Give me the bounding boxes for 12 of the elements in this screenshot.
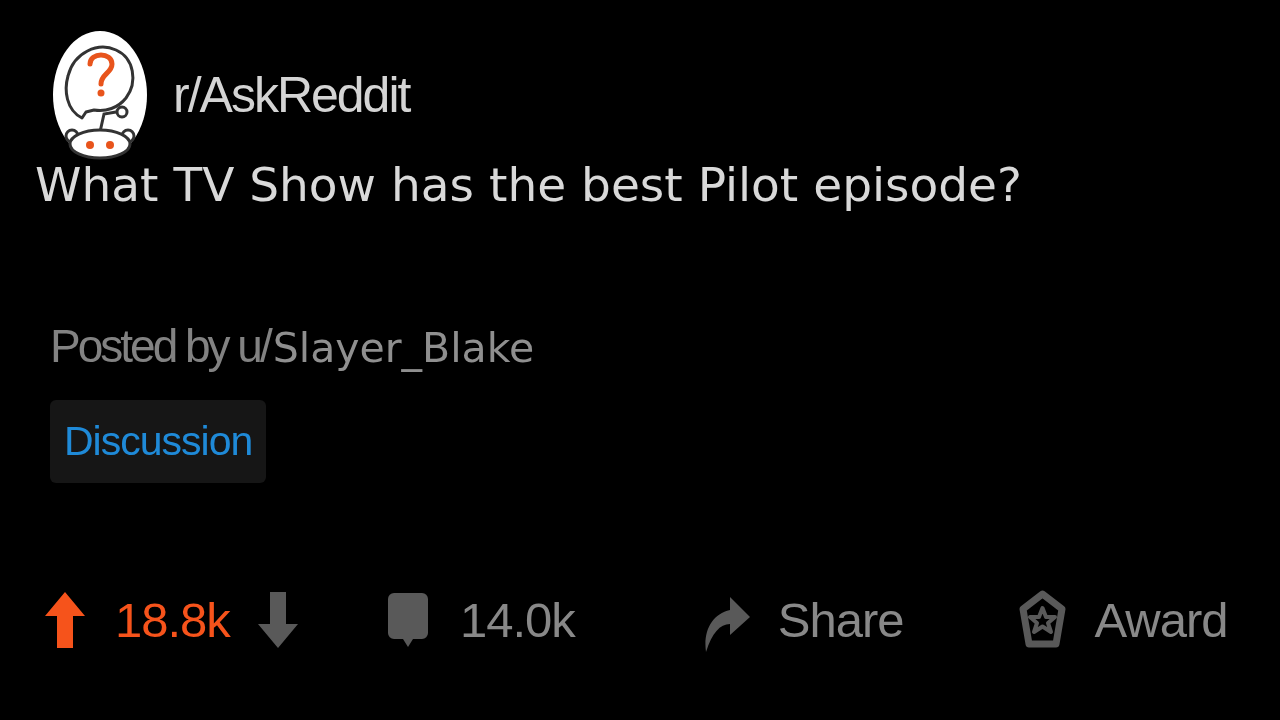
upvote-arrow-icon[interactable]	[45, 592, 85, 648]
comment-bubble-icon	[387, 593, 428, 647]
comments-button[interactable]: 14.0k	[387, 593, 575, 647]
vote-count: 18.8k	[115, 595, 230, 645]
subreddit-link[interactable]: r/AskReddit	[173, 70, 410, 120]
pentagon-star-icon	[1018, 590, 1066, 650]
share-button[interactable]: Share	[703, 588, 904, 652]
mascot-question-icon	[52, 30, 148, 160]
post-title: What TV Show has the best Pilot episode?	[35, 160, 1022, 210]
downvote-arrow-icon[interactable]	[257, 592, 298, 648]
award-button[interactable]: Award	[1018, 590, 1228, 650]
flair-tag[interactable]: Discussion	[50, 400, 267, 483]
